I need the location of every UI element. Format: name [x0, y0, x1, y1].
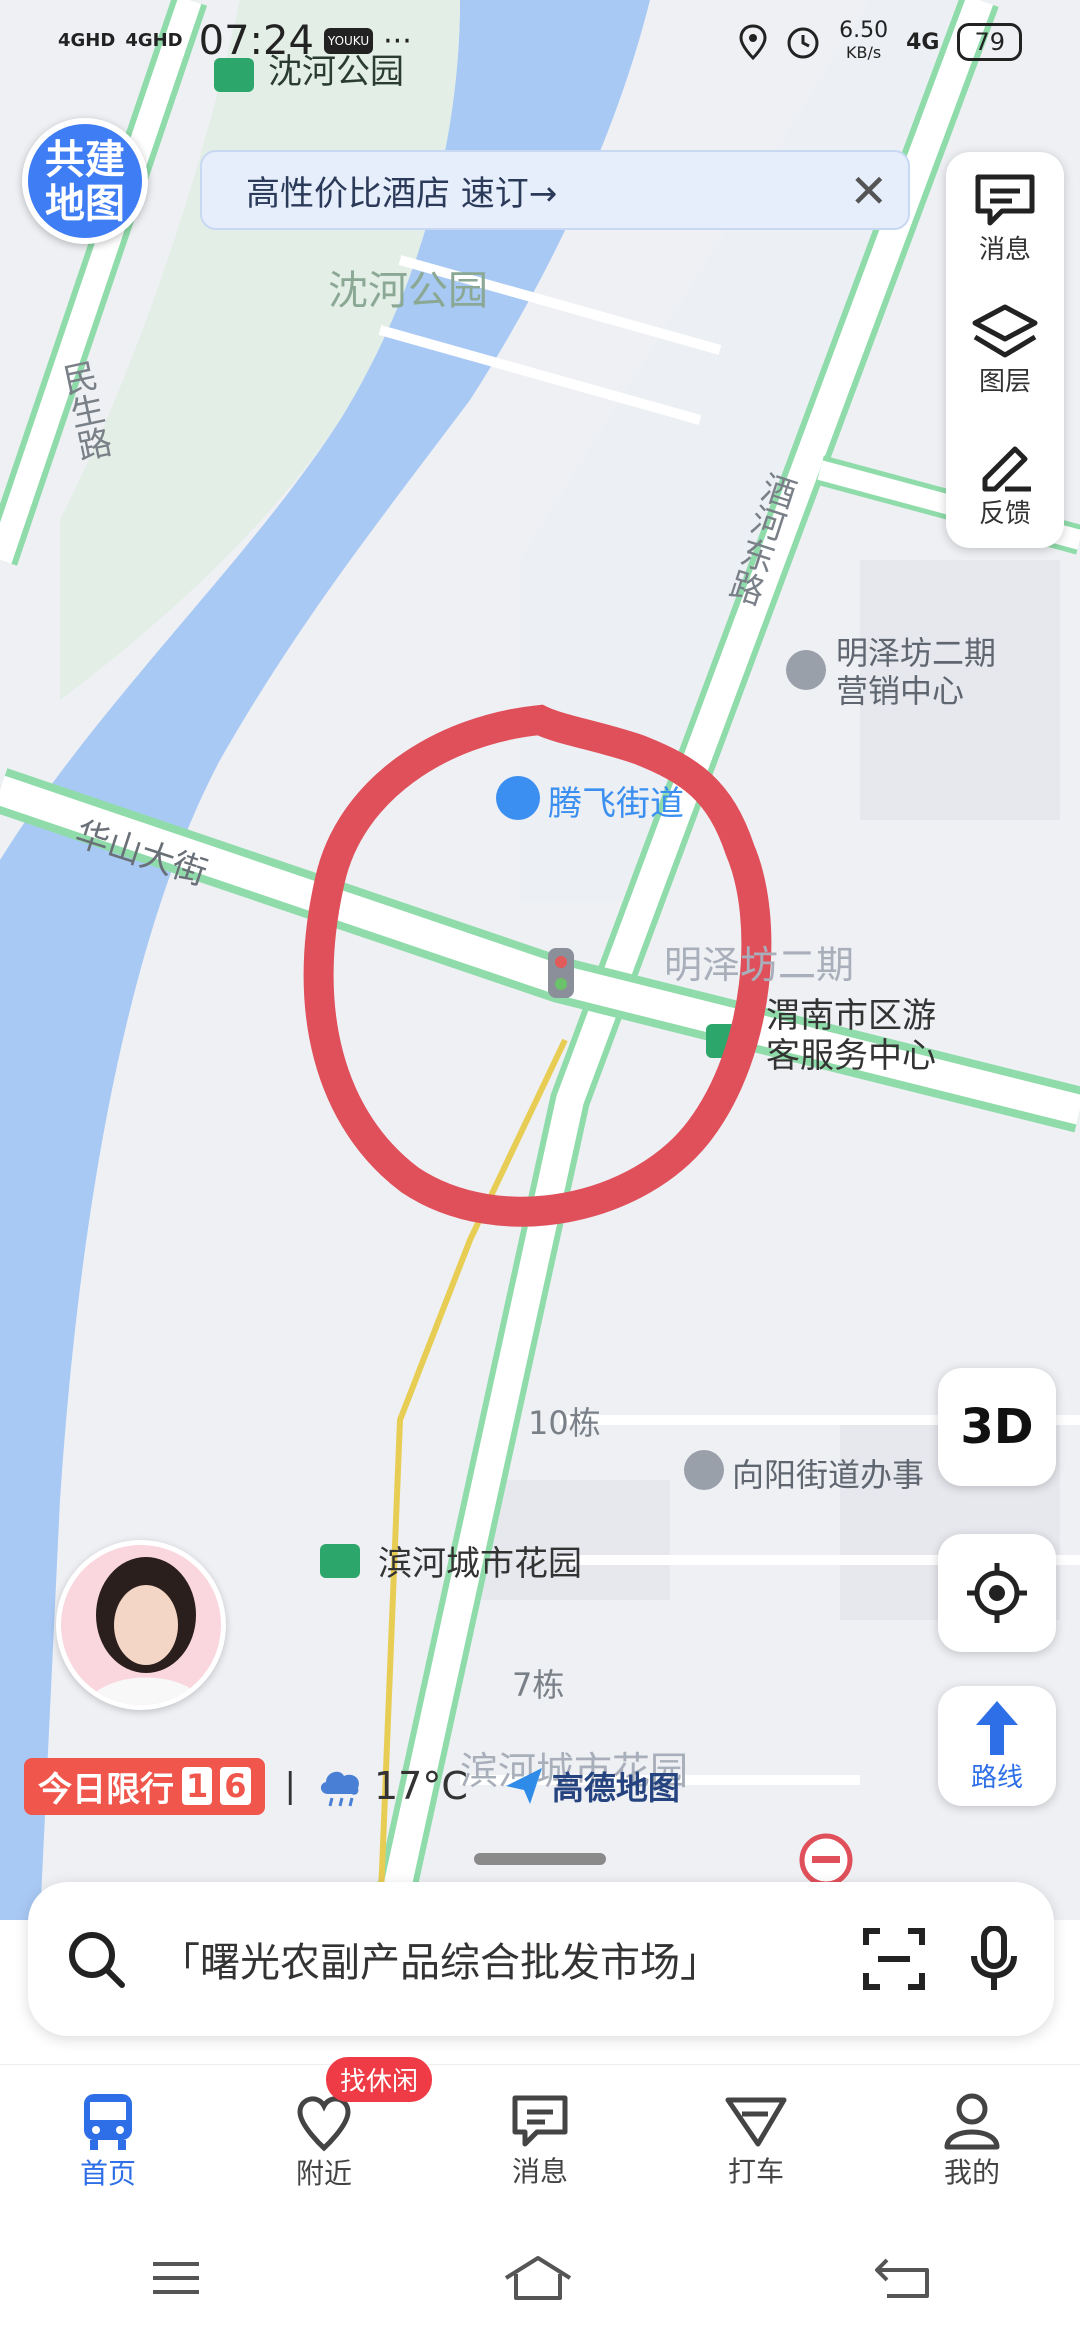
microphone-icon[interactable] [970, 1926, 1018, 1992]
status-right: 6.50 KB/s 4G 79 [739, 20, 1022, 64]
youku-app-icon: YOUKU [323, 28, 374, 54]
bottom-tab-bar: 首页 找休闲 附近 消息 打车 我的 [0, 2057, 1080, 2216]
info-row: 今日限行 1 6 | 17°C 高德地图 [24, 1757, 680, 1815]
close-icon[interactable]: ✕ [849, 164, 888, 218]
logo-line: 共建 [45, 137, 125, 183]
menu-icon[interactable] [149, 2258, 203, 2298]
message-icon [975, 174, 1035, 225]
bus-stop-icon [320, 1544, 360, 1578]
logo-line: 地图 [45, 181, 125, 227]
layers-button[interactable]: 图层 [946, 284, 1064, 416]
poi-pin-icon [786, 650, 826, 690]
amap-brand-text: 高德地图 [551, 1769, 680, 1807]
view-3d-label: 3D [960, 1399, 1034, 1455]
search-input[interactable]: 「曙光农副产品综合批发市场」 [160, 1930, 862, 1988]
home-icon[interactable] [502, 2254, 574, 2302]
alarm-icon [787, 27, 819, 59]
more-notifications: ··· [383, 23, 412, 59]
signal-icon: 4GHD [125, 30, 183, 51]
signal-icon: 4GHD [58, 30, 116, 51]
feedback-label: 反馈 [978, 498, 1031, 529]
layers-icon [972, 304, 1038, 357]
traffic-restriction-badge[interactable]: 今日限行 1 6 [24, 1757, 265, 1815]
tab-nearby[interactable]: 找休闲 附近 [216, 2057, 432, 2216]
route-label: 路线 [970, 1762, 1023, 1793]
search-icon [69, 1932, 125, 1988]
amap-logo-icon [505, 1768, 542, 1804]
status-bar: 4GHD 4GHD 07:24 YOUKU ··· 6.50 KB/s 4G 7… [0, 0, 1080, 86]
restriction-label: 今日限行 [38, 1769, 174, 1810]
tab-label: 附近 [295, 2156, 352, 2190]
map-label-line: 明泽坊二期 [836, 634, 997, 672]
clock: 07:24 [198, 18, 314, 64]
amap-brand: 高德地图 [502, 1763, 680, 1809]
edit-feedback-icon [982, 446, 1031, 491]
map-label-line: 营销中心 [836, 672, 965, 710]
star-poi-icon [684, 1450, 724, 1490]
back-icon[interactable] [873, 2256, 931, 2300]
network-speed: 6.50 KB/s [839, 20, 888, 64]
feedback-button[interactable]: 反馈 [946, 416, 1064, 548]
taxi-icon [725, 2097, 787, 2146]
tab-messages[interactable]: 消息 [432, 2065, 648, 2216]
bus-poi-icon [496, 776, 540, 820]
temperature: 17°C [374, 1764, 468, 1808]
nearby-badge: 找休闲 [326, 2057, 432, 2102]
system-navigation-bar [0, 2216, 1080, 2340]
map-label: 腾飞街道 [548, 784, 684, 824]
tab-label: 我的 [943, 2155, 1000, 2189]
tab-label: 首页 [79, 2156, 136, 2190]
tab-home[interactable]: 首页 [0, 2065, 216, 2216]
layers-label: 图层 [978, 366, 1031, 397]
map-label-line: 客服务中心 [766, 1036, 936, 1076]
map-label: 7栋 [512, 1666, 565, 1704]
co-build-map-logo[interactable]: 共建 地图 [22, 118, 148, 244]
speed-unit: KB/s [845, 43, 882, 62]
tab-taxi[interactable]: 打车 [648, 2065, 864, 2216]
person-icon [944, 2093, 1000, 2149]
map-label: 明泽坊二期 营销中心 [836, 634, 996, 710]
map-label: 明泽坊二期 [664, 943, 855, 987]
map-label: 10栋 [528, 1404, 601, 1442]
locate-me-button[interactable] [938, 1534, 1056, 1652]
drag-handle[interactable] [474, 1853, 606, 1865]
map-label: 滨河城市花园 [378, 1544, 582, 1584]
map-label: 向阳街道办事 [732, 1456, 925, 1494]
messages-label: 消息 [978, 234, 1031, 265]
bus-home-icon [84, 2093, 132, 2150]
messages-button[interactable]: 消息 [946, 152, 1064, 284]
weather-widget[interactable]: 17°C [316, 1764, 468, 1808]
message-icon [512, 2095, 568, 2146]
hotel-promo-banner[interactable]: 高性价比酒店 速订→ ✕ [200, 150, 910, 230]
rain-cloud-icon [320, 1771, 359, 1807]
locate-target-icon [967, 1563, 1027, 1623]
map-label: 渭南市区游 客服务中心 [766, 996, 936, 1076]
tab-label: 打车 [727, 2154, 784, 2188]
speed-value: 6.50 [839, 18, 889, 43]
route-arrow-icon [976, 1700, 1018, 1755]
restriction-digit: 1 [182, 1767, 213, 1805]
map-label: 沈河公园 [328, 268, 488, 314]
battery-indicator: 79 [957, 23, 1022, 61]
traffic-light-icon [548, 948, 574, 998]
banner-text: 高性价比酒店 速订→ [246, 173, 558, 214]
map-side-panel: 消息 图层 反馈 [946, 152, 1064, 548]
map-label-line: 渭南市区游 [766, 996, 936, 1036]
voice-avatar[interactable] [56, 1540, 226, 1710]
tab-profile[interactable]: 我的 [864, 2065, 1080, 2216]
location-icon [739, 24, 767, 60]
network-type: 4G [906, 29, 940, 55]
search-bar[interactable]: 「曙光农副产品综合批发市场」 [28, 1882, 1054, 2036]
tab-label: 消息 [511, 2154, 568, 2188]
route-button[interactable]: 路线 [938, 1686, 1056, 1806]
scan-icon[interactable] [862, 1927, 926, 1991]
status-left: 4GHD 4GHD 07:24 YOUKU ··· [58, 18, 412, 64]
view-3d-button[interactable]: 3D [938, 1368, 1056, 1486]
divider: | [284, 1766, 296, 1806]
restriction-digit: 6 [220, 1767, 251, 1805]
